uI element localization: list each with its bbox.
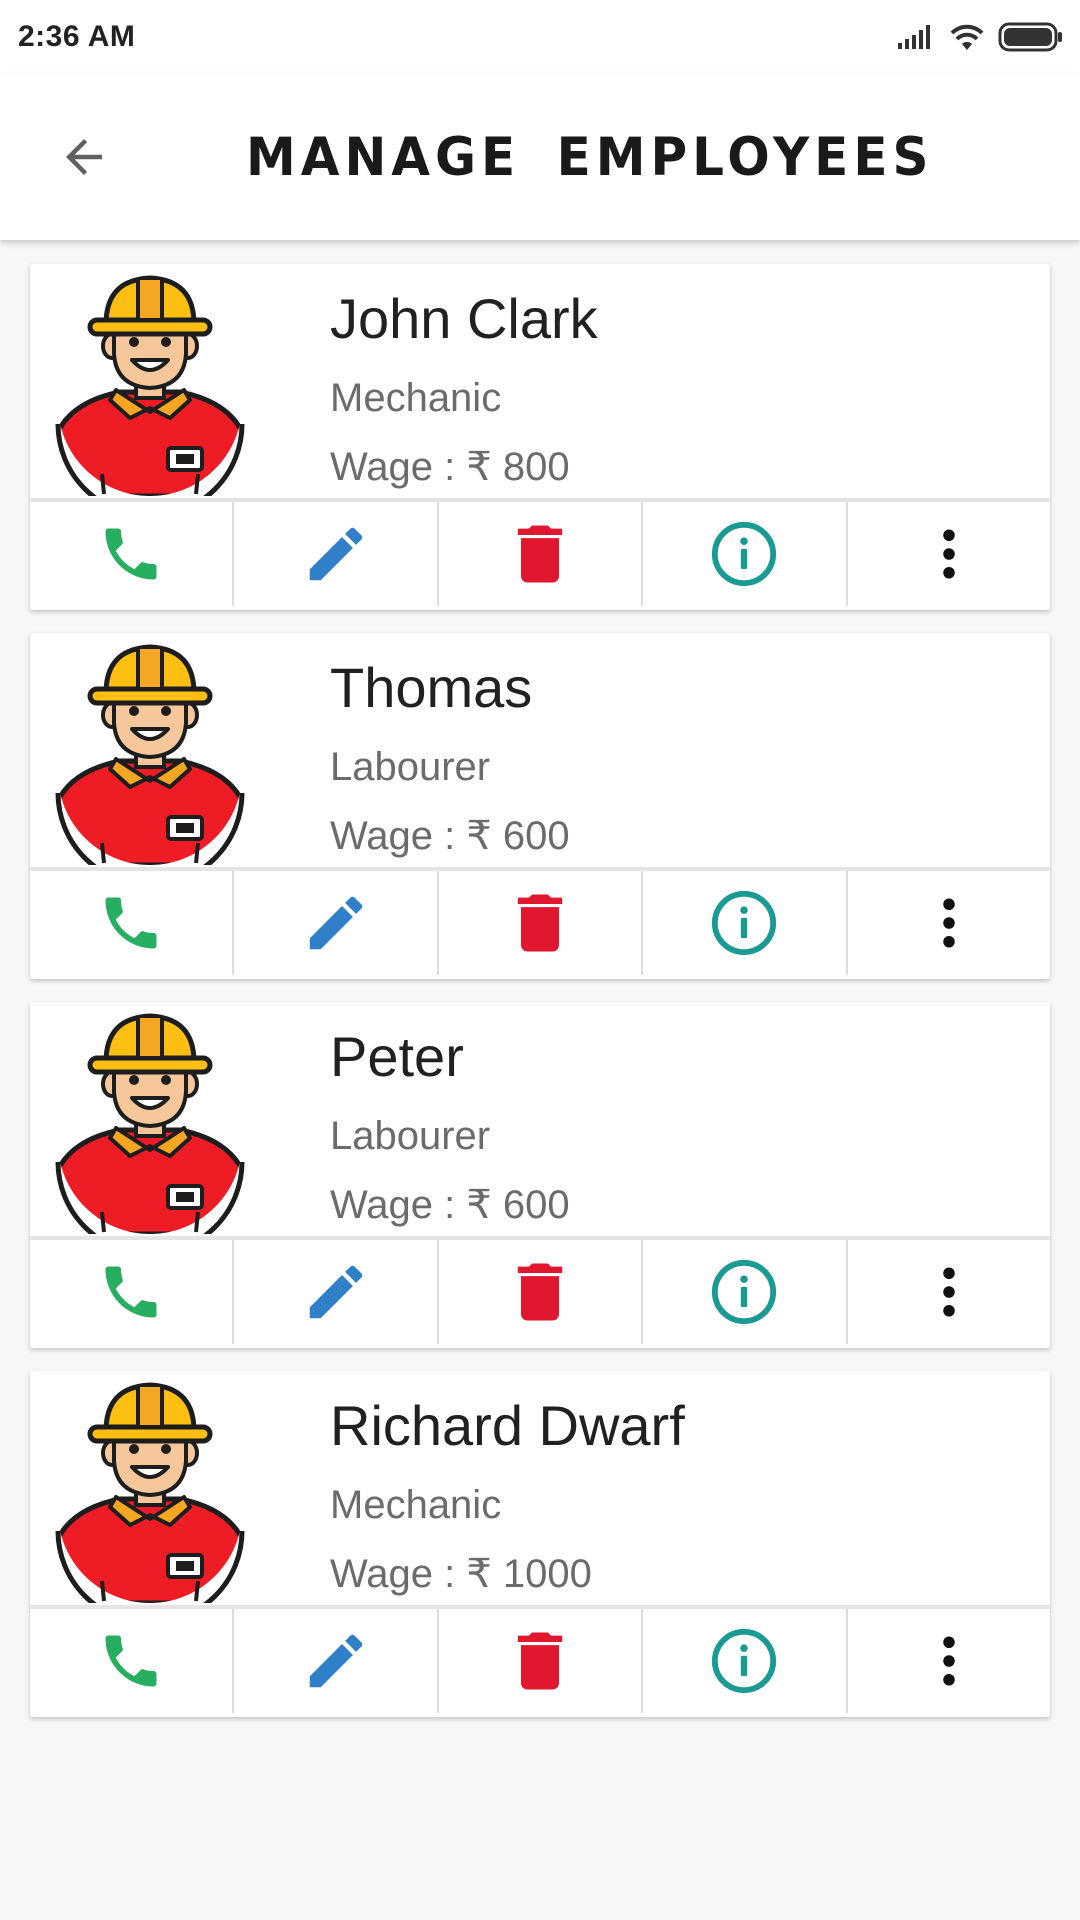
app-bar: MANAGE EMPLOYEES (0, 74, 1080, 240)
card-actions (30, 1240, 1050, 1344)
back-button[interactable] (48, 121, 120, 193)
employee-role: Labourer (330, 1114, 491, 1158)
employee-info[interactable]: John Clark Mechanic Wage : ₹ 800 (30, 264, 1050, 502)
info-button[interactable] (643, 871, 848, 975)
more-options-button[interactable] (848, 1609, 1050, 1713)
employee-role: Mechanic (330, 376, 502, 420)
status-bar: 2:36 AM (0, 0, 1080, 74)
worker-avatar-icon (55, 275, 245, 496)
delete-button[interactable] (439, 871, 644, 975)
edit-button[interactable] (234, 1609, 439, 1713)
employee-name: Richard Dwarf (330, 1394, 685, 1457)
employee-name: John Clark (330, 287, 598, 350)
delete-icon (517, 1632, 563, 1690)
more-options-button[interactable] (848, 871, 1050, 975)
employee-card: John Clark Mechanic Wage : ₹ 800 (30, 264, 1050, 610)
employee-wage: Wage : ₹ 600 (330, 814, 570, 858)
employee-role: Mechanic (330, 1483, 502, 1527)
info-icon (712, 890, 777, 956)
worker-avatar-icon (55, 644, 245, 865)
more-vert-icon (943, 529, 955, 579)
more-options-button[interactable] (848, 1240, 1050, 1344)
employee-info[interactable]: Richard Dwarf Mechanic Wage : ₹ 1000 (30, 1371, 1050, 1609)
edit-icon (309, 527, 362, 581)
status-time: 2:36 AM (18, 20, 136, 53)
edit-icon (309, 896, 362, 950)
wifi-icon (950, 24, 984, 50)
employee-info[interactable]: Thomas Labourer Wage : ₹ 600 (30, 633, 1050, 871)
employee-info[interactable]: Peter Labourer Wage : ₹ 600 (30, 1002, 1050, 1240)
delete-button[interactable] (439, 1240, 644, 1344)
signal-icon (898, 25, 930, 49)
delete-icon (517, 525, 563, 583)
delete-button[interactable] (439, 1609, 644, 1713)
call-icon (105, 1635, 157, 1687)
employee-wage: Wage : ₹ 600 (330, 1183, 570, 1227)
more-vert-icon (943, 1636, 955, 1686)
info-button[interactable] (643, 1609, 848, 1713)
info-button[interactable] (643, 1240, 848, 1344)
employee-card: Thomas Labourer Wage : ₹ 600 (30, 633, 1050, 979)
info-icon (712, 1259, 777, 1325)
battery-icon (998, 22, 1062, 52)
page-title: MANAGE EMPLOYEES (246, 126, 934, 188)
call-button[interactable] (30, 871, 235, 975)
employee-name: Peter (330, 1025, 464, 1088)
employee-wage: Wage : ₹ 1000 (330, 1552, 592, 1596)
card-actions (30, 871, 1050, 975)
edit-icon (309, 1265, 362, 1319)
worker-avatar-icon (55, 1013, 245, 1234)
delete-button[interactable] (439, 502, 644, 606)
employee-list: John Clark Mechanic Wage : ₹ 800 Thomas … (30, 264, 1050, 1740)
call-icon (105, 1266, 157, 1318)
card-actions (30, 502, 1050, 606)
delete-icon (517, 1263, 563, 1321)
info-icon (712, 1628, 777, 1694)
edit-icon (309, 1634, 362, 1688)
delete-icon (517, 894, 563, 952)
call-icon (105, 528, 157, 580)
employee-card: Richard Dwarf Mechanic Wage : ₹ 1000 (30, 1371, 1050, 1717)
employee-card: Peter Labourer Wage : ₹ 600 (30, 1002, 1050, 1348)
worker-avatar-icon (55, 1382, 245, 1603)
more-vert-icon (943, 1267, 955, 1317)
info-button[interactable] (643, 502, 848, 606)
edit-button[interactable] (234, 1240, 439, 1344)
employee-role: Labourer (330, 745, 491, 789)
call-icon (105, 897, 157, 949)
more-vert-icon (943, 898, 955, 948)
card-actions (30, 1609, 1050, 1713)
call-button[interactable] (30, 1240, 235, 1344)
call-button[interactable] (30, 502, 235, 606)
edit-button[interactable] (234, 871, 439, 975)
call-button[interactable] (30, 1609, 235, 1713)
status-icons (896, 21, 1064, 53)
employee-name: Thomas (330, 656, 533, 719)
edit-button[interactable] (234, 502, 439, 606)
info-icon (712, 521, 777, 587)
back-arrow-icon (66, 139, 102, 175)
more-options-button[interactable] (848, 502, 1050, 606)
employee-wage: Wage : ₹ 800 (330, 445, 570, 489)
